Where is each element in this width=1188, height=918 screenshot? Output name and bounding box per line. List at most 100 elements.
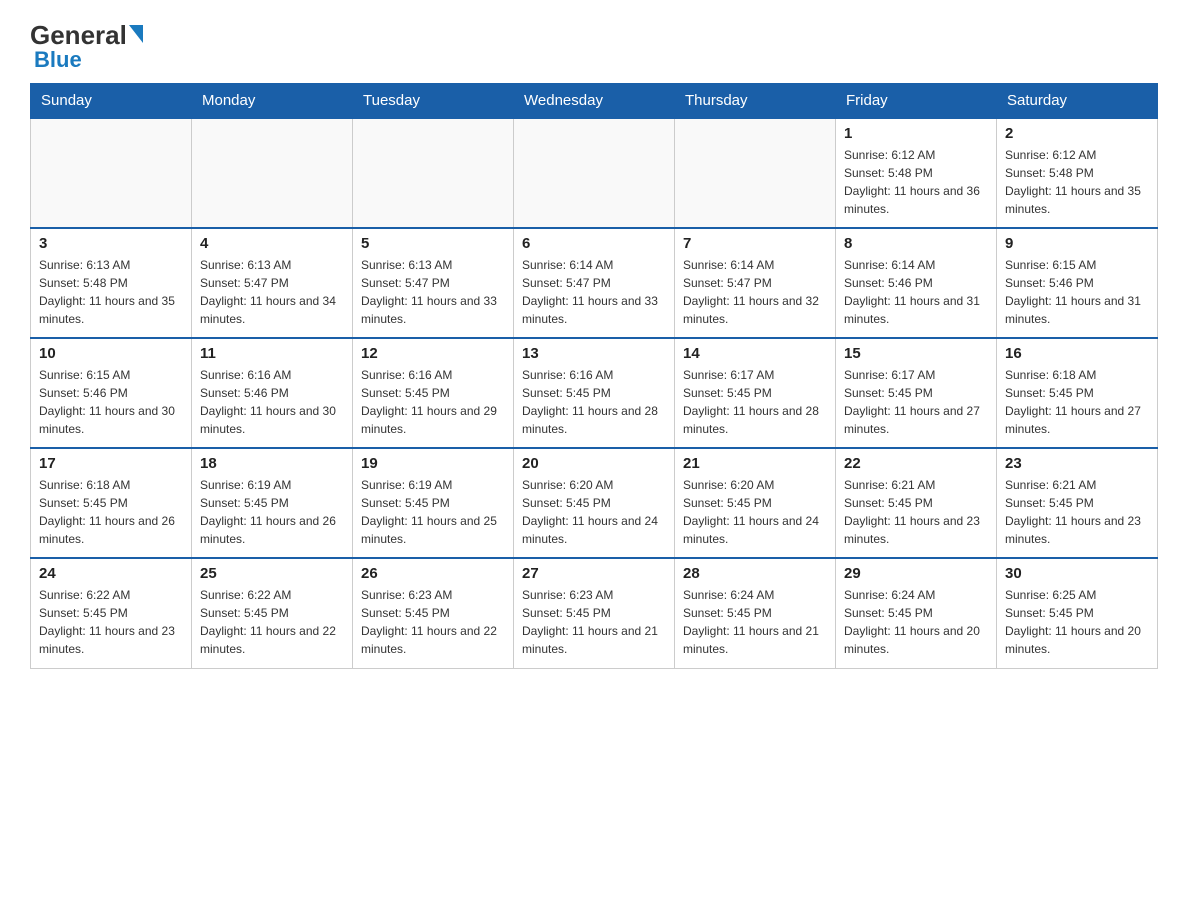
calendar-week-row: 1 Sunrise: 6:12 AMSunset: 5:48 PMDaylight… bbox=[31, 118, 1158, 228]
day-number: 30 bbox=[1005, 565, 1149, 582]
day-number: 28 bbox=[683, 565, 827, 582]
day-info: Sunrise: 6:20 AMSunset: 5:45 PMDaylight:… bbox=[522, 476, 666, 548]
calendar-cell: 26Sunrise: 6:23 AMSunset: 5:45 PMDayligh… bbox=[353, 558, 514, 668]
calendar-cell bbox=[192, 118, 353, 228]
calendar-cell: 15 Sunrise: 6:17 AMSunset: 5:45 PMDayligh… bbox=[836, 338, 997, 448]
day-number: 25 bbox=[200, 565, 344, 582]
day-number: 24 bbox=[39, 565, 183, 582]
day-info: Sunrise: 6:16 AMSunset: 5:45 PMDaylight:… bbox=[522, 366, 666, 438]
day-number: 5 bbox=[361, 235, 505, 252]
day-number: 3 bbox=[39, 235, 183, 252]
day-info: Sunrise: 6:24 AMSunset: 5:45 PMDaylight:… bbox=[844, 586, 988, 658]
calendar-header-monday: Monday bbox=[192, 84, 353, 119]
logo-triangle-icon bbox=[129, 25, 143, 43]
logo-blue: Blue bbox=[34, 47, 82, 73]
calendar-cell: 19 Sunrise: 6:19 AMSunset: 5:45 PMDayligh… bbox=[353, 448, 514, 558]
calendar-cell: 8Sunrise: 6:14 AMSunset: 5:46 PMDaylight… bbox=[836, 228, 997, 338]
day-number: 10 bbox=[39, 345, 183, 362]
day-number: 16 bbox=[1005, 345, 1149, 362]
day-number: 18 bbox=[200, 455, 344, 472]
day-number: 22 bbox=[844, 455, 988, 472]
calendar-week-row: 24 Sunrise: 6:22 AMSunset: 5:45 PMDayligh… bbox=[31, 558, 1158, 668]
day-number: 20 bbox=[522, 455, 666, 472]
day-info: Sunrise: 6:13 AMSunset: 5:47 PMDaylight:… bbox=[200, 256, 344, 328]
calendar-cell bbox=[353, 118, 514, 228]
day-number: 21 bbox=[683, 455, 827, 472]
calendar-cell: 13 Sunrise: 6:16 AMSunset: 5:45 PMDayligh… bbox=[514, 338, 675, 448]
calendar-header-saturday: Saturday bbox=[997, 84, 1158, 119]
day-info: Sunrise: 6:17 AMSunset: 5:45 PMDaylight:… bbox=[683, 366, 827, 438]
day-number: 15 bbox=[844, 345, 988, 362]
calendar-week-row: 17Sunrise: 6:18 AMSunset: 5:45 PMDayligh… bbox=[31, 448, 1158, 558]
day-info: Sunrise: 6:13 AMSunset: 5:48 PMDaylight:… bbox=[39, 256, 183, 328]
day-info: Sunrise: 6:12 AMSunset: 5:48 PMDaylight:… bbox=[844, 146, 988, 218]
calendar-cell: 11Sunrise: 6:16 AMSunset: 5:46 PMDayligh… bbox=[192, 338, 353, 448]
logo-area: General Blue bbox=[30, 20, 143, 73]
calendar-cell bbox=[31, 118, 192, 228]
calendar-header-friday: Friday bbox=[836, 84, 997, 119]
calendar-header-sunday: Sunday bbox=[31, 84, 192, 119]
day-number: 2 bbox=[1005, 125, 1149, 142]
day-info: Sunrise: 6:15 AMSunset: 5:46 PMDaylight:… bbox=[39, 366, 183, 438]
calendar-cell: 24 Sunrise: 6:22 AMSunset: 5:45 PMDayligh… bbox=[31, 558, 192, 668]
calendar-cell: 23 Sunrise: 6:21 AMSunset: 5:45 PMDayligh… bbox=[997, 448, 1158, 558]
day-info: Sunrise: 6:14 AMSunset: 5:47 PMDaylight:… bbox=[683, 256, 827, 328]
day-number: 19 bbox=[361, 455, 505, 472]
calendar-cell: 7 Sunrise: 6:14 AMSunset: 5:47 PMDaylight… bbox=[675, 228, 836, 338]
calendar-cell: 14 Sunrise: 6:17 AMSunset: 5:45 PMDayligh… bbox=[675, 338, 836, 448]
day-info: Sunrise: 6:21 AMSunset: 5:45 PMDaylight:… bbox=[844, 476, 988, 548]
day-info: Sunrise: 6:24 AMSunset: 5:45 PMDaylight:… bbox=[683, 586, 827, 658]
day-number: 7 bbox=[683, 235, 827, 252]
calendar-cell: 1 Sunrise: 6:12 AMSunset: 5:48 PMDaylight… bbox=[836, 118, 997, 228]
day-number: 29 bbox=[844, 565, 988, 582]
day-info: Sunrise: 6:25 AMSunset: 5:45 PMDaylight:… bbox=[1005, 586, 1149, 658]
day-info: Sunrise: 6:18 AMSunset: 5:45 PMDaylight:… bbox=[39, 476, 183, 548]
day-info: Sunrise: 6:16 AMSunset: 5:45 PMDaylight:… bbox=[361, 366, 505, 438]
day-info: Sunrise: 6:17 AMSunset: 5:45 PMDaylight:… bbox=[844, 366, 988, 438]
header: General Blue bbox=[30, 20, 1158, 73]
calendar-header-wednesday: Wednesday bbox=[514, 84, 675, 119]
calendar-header-row: SundayMondayTuesdayWednesdayThursdayFrid… bbox=[31, 84, 1158, 119]
calendar-cell: 28 Sunrise: 6:24 AMSunset: 5:45 PMDayligh… bbox=[675, 558, 836, 668]
calendar-cell: 2Sunrise: 6:12 AMSunset: 5:48 PMDaylight… bbox=[997, 118, 1158, 228]
calendar-cell: 20 Sunrise: 6:20 AMSunset: 5:45 PMDayligh… bbox=[514, 448, 675, 558]
day-info: Sunrise: 6:23 AMSunset: 5:45 PMDaylight:… bbox=[522, 586, 666, 658]
day-info: Sunrise: 6:15 AMSunset: 5:46 PMDaylight:… bbox=[1005, 256, 1149, 328]
calendar-cell: 16 Sunrise: 6:18 AMSunset: 5:45 PMDayligh… bbox=[997, 338, 1158, 448]
day-info: Sunrise: 6:22 AMSunset: 5:45 PMDaylight:… bbox=[200, 586, 344, 658]
day-number: 23 bbox=[1005, 455, 1149, 472]
day-number: 13 bbox=[522, 345, 666, 362]
day-number: 14 bbox=[683, 345, 827, 362]
calendar-cell: 17Sunrise: 6:18 AMSunset: 5:45 PMDayligh… bbox=[31, 448, 192, 558]
day-number: 1 bbox=[844, 125, 988, 142]
day-info: Sunrise: 6:20 AMSunset: 5:45 PMDaylight:… bbox=[683, 476, 827, 548]
day-number: 12 bbox=[361, 345, 505, 362]
day-info: Sunrise: 6:13 AMSunset: 5:47 PMDaylight:… bbox=[361, 256, 505, 328]
calendar-cell: 25 Sunrise: 6:22 AMSunset: 5:45 PMDayligh… bbox=[192, 558, 353, 668]
calendar-cell: 27 Sunrise: 6:23 AMSunset: 5:45 PMDayligh… bbox=[514, 558, 675, 668]
calendar-cell: 12 Sunrise: 6:16 AMSunset: 5:45 PMDayligh… bbox=[353, 338, 514, 448]
calendar-cell: 10 Sunrise: 6:15 AMSunset: 5:46 PMDayligh… bbox=[31, 338, 192, 448]
calendar-header-thursday: Thursday bbox=[675, 84, 836, 119]
day-number: 9 bbox=[1005, 235, 1149, 252]
day-info: Sunrise: 6:19 AMSunset: 5:45 PMDaylight:… bbox=[361, 476, 505, 548]
calendar-cell: 3 Sunrise: 6:13 AMSunset: 5:48 PMDaylight… bbox=[31, 228, 192, 338]
day-info: Sunrise: 6:19 AMSunset: 5:45 PMDaylight:… bbox=[200, 476, 344, 548]
calendar-cell: 22 Sunrise: 6:21 AMSunset: 5:45 PMDayligh… bbox=[836, 448, 997, 558]
day-number: 27 bbox=[522, 565, 666, 582]
day-info: Sunrise: 6:22 AMSunset: 5:45 PMDaylight:… bbox=[39, 586, 183, 658]
calendar-cell bbox=[514, 118, 675, 228]
calendar-week-row: 10 Sunrise: 6:15 AMSunset: 5:46 PMDayligh… bbox=[31, 338, 1158, 448]
day-info: Sunrise: 6:16 AMSunset: 5:46 PMDaylight:… bbox=[200, 366, 344, 438]
calendar-cell: 9 Sunrise: 6:15 AMSunset: 5:46 PMDaylight… bbox=[997, 228, 1158, 338]
calendar-cell: 18 Sunrise: 6:19 AMSunset: 5:45 PMDayligh… bbox=[192, 448, 353, 558]
calendar-cell: 29 Sunrise: 6:24 AMSunset: 5:45 PMDayligh… bbox=[836, 558, 997, 668]
day-info: Sunrise: 6:23 AMSunset: 5:45 PMDaylight:… bbox=[361, 586, 505, 658]
day-info: Sunrise: 6:14 AMSunset: 5:46 PMDaylight:… bbox=[844, 256, 988, 328]
day-info: Sunrise: 6:21 AMSunset: 5:45 PMDaylight:… bbox=[1005, 476, 1149, 548]
calendar-cell: 4Sunrise: 6:13 AMSunset: 5:47 PMDaylight… bbox=[192, 228, 353, 338]
calendar-week-row: 3 Sunrise: 6:13 AMSunset: 5:48 PMDaylight… bbox=[31, 228, 1158, 338]
day-number: 6 bbox=[522, 235, 666, 252]
day-info: Sunrise: 6:18 AMSunset: 5:45 PMDaylight:… bbox=[1005, 366, 1149, 438]
calendar-table: SundayMondayTuesdayWednesdayThursdayFrid… bbox=[30, 83, 1158, 669]
